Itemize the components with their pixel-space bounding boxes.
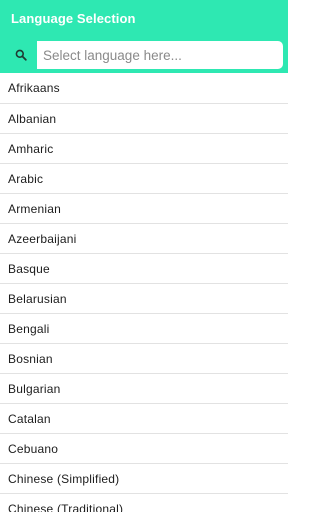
app-bar: Language Selection [0,0,288,37]
language-list: Afrikaans Albanian Amharic Arabic Armeni… [0,73,288,512]
language-item-albanian[interactable]: Albanian [0,104,288,134]
language-item-belarusian[interactable]: Belarusian [0,284,288,314]
language-selection-screen: Language Selection Afrikaans Albanian Am… [0,0,288,512]
language-item-afrikaans[interactable]: Afrikaans [0,73,288,104]
language-item-amharic[interactable]: Amharic [0,134,288,164]
language-item-basque[interactable]: Basque [0,254,288,284]
language-item-catalan[interactable]: Catalan [0,404,288,434]
search-icon[interactable] [5,41,37,69]
search-box [5,41,283,69]
language-item-cebuano[interactable]: Cebuano [0,434,288,464]
language-item-chinese-traditional[interactable]: Chinese (Traditional) [0,494,288,512]
search-input[interactable] [37,42,281,68]
language-item-arabic[interactable]: Arabic [0,164,288,194]
search-bar [0,37,288,73]
language-item-bengali[interactable]: Bengali [0,314,288,344]
language-item-azeerbaijani[interactable]: Azeerbaijani [0,224,288,254]
language-item-armenian[interactable]: Armenian [0,194,288,224]
language-item-bosnian[interactable]: Bosnian [0,344,288,374]
page-title: Language Selection [11,11,136,26]
language-item-bulgarian[interactable]: Bulgarian [0,374,288,404]
language-item-chinese-simplified[interactable]: Chinese (Simplified) [0,464,288,494]
